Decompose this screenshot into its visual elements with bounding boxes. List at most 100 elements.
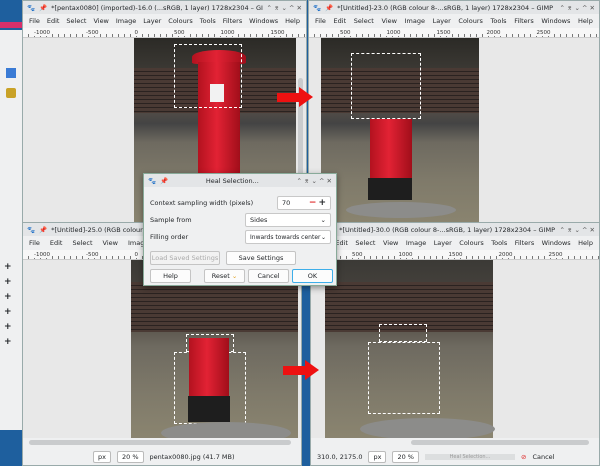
cancel-icon[interactable]: ⊘	[521, 453, 526, 461]
zoom-select[interactable]: 20 %	[116, 450, 144, 463]
window-controls[interactable]: ⌃ ⌆ ⌄ ^ ✕	[297, 177, 333, 185]
unit-select[interactable]: px	[368, 450, 387, 463]
menu-image[interactable]: Image	[406, 239, 426, 247]
progress-cancel-button[interactable]: Cancel	[532, 453, 554, 461]
menu-help[interactable]: Help	[578, 239, 593, 247]
menu-windows[interactable]: Windows	[541, 17, 570, 25]
menu-file[interactable]: File	[29, 239, 40, 247]
sample-from-select[interactable]: Sides ⌄	[245, 213, 331, 227]
pointer-coordinates: 310.0, 2175.0	[317, 452, 363, 461]
dialog-title: Heal Selection...	[205, 176, 259, 185]
window-title: *[Untitled]-23.0 (RGB colour 8-...sRGB, …	[337, 3, 554, 12]
menu-select[interactable]: Select	[66, 17, 86, 25]
increase-icon[interactable]: +	[318, 198, 326, 208]
menu-layer[interactable]: Layer	[433, 17, 451, 25]
menu-filters[interactable]: Filters	[514, 17, 533, 25]
menu-filters[interactable]: Filters	[223, 17, 242, 25]
menu-layer[interactable]: Layer	[434, 239, 452, 247]
menu-image[interactable]: Image	[405, 17, 425, 25]
menu-colours[interactable]: Colours	[168, 17, 192, 25]
add-buttons-column[interactable]: + + + + + +	[4, 260, 12, 350]
chevron-down-icon: ⌄	[231, 272, 238, 280]
selection-marquee	[174, 44, 242, 108]
menubar: File Edit Select View Image Layer Colours Tools…	[23, 14, 306, 28]
title-bar[interactable]: 🐾 📌 *[Untitled]-23.0 (RGB colour 8-...sRGB…	[309, 1, 599, 14]
cancel-button[interactable]: Cancel	[248, 269, 289, 283]
context-width-spinner[interactable]: 70 − +	[277, 196, 331, 210]
horizontal-scrollbar[interactable]	[411, 440, 589, 445]
canvas[interactable]	[309, 38, 599, 223]
menu-file[interactable]: File	[29, 17, 40, 25]
file-info: pentax0080.jpg (41.7 MB)	[149, 452, 235, 461]
horizontal-ruler: 500 1000 1500 2000 2500	[309, 28, 599, 38]
zoom-select[interactable]: 20 %	[392, 450, 419, 463]
decrease-icon[interactable]: −	[309, 198, 317, 208]
horizontal-scrollbar[interactable]	[29, 440, 291, 445]
status-bar: 310.0, 2175.0 px 20 % Heal Selection... …	[311, 448, 599, 465]
menu-edit[interactable]: Edit	[334, 17, 347, 25]
menu-image[interactable]: Image	[116, 17, 136, 25]
menu-filters[interactable]: Filters	[515, 239, 534, 247]
selection-marquee	[379, 324, 427, 342]
photo-bottom-part	[131, 260, 298, 438]
horizontal-ruler: -1000 -500 0 500 1000 1500	[23, 28, 306, 38]
filling-order-select[interactable]: Inwards towards center ⌄	[245, 230, 331, 244]
menu-tools[interactable]: Tools	[491, 17, 507, 25]
menu-file[interactable]: File	[315, 17, 326, 25]
menu-edit[interactable]: Edit	[47, 17, 60, 25]
chevron-down-icon: ⌄	[320, 233, 326, 241]
unit-select[interactable]: px	[93, 450, 111, 463]
menu-select[interactable]: Select	[354, 17, 374, 25]
menu-colours[interactable]: Colours	[458, 17, 482, 25]
menu-view[interactable]: View	[93, 17, 108, 25]
title-bar[interactable]: 🐾📌*[Untitled]-30.0 (RGB colour 8-...sRGB…	[311, 223, 599, 236]
menu-view[interactable]: View	[382, 17, 397, 25]
gimp-icon: 🐾	[27, 3, 36, 12]
pin-icon[interactable]: 📌	[39, 4, 47, 12]
photo-top-healed	[321, 38, 479, 223]
menu-select[interactable]: Select	[355, 239, 375, 247]
menu-colours[interactable]: Colours	[459, 239, 483, 247]
canvas[interactable]	[311, 260, 599, 438]
menu-windows[interactable]: Windows	[542, 239, 571, 247]
menu-tools[interactable]: Tools	[491, 239, 507, 247]
pin-icon[interactable]: 📌	[39, 226, 47, 234]
filling-order-label: Filling order	[150, 233, 189, 241]
sample-from-label: Sample from	[150, 216, 192, 224]
title-bar[interactable]: 🐾 📌 *[pentax0080] (imported)-16.0 (...sRGB…	[23, 1, 306, 14]
menu-layer[interactable]: Layer	[143, 17, 161, 25]
gimp-icon: 🐾	[313, 3, 322, 12]
desktop-panel-accent	[0, 22, 24, 28]
window-controls[interactable]: ⌃ ⌆ ⌄ ^ ✕	[560, 4, 596, 12]
window-title: *[Untitled]-30.0 (RGB colour 8-...sRGB, …	[339, 225, 556, 234]
window-controls[interactable]: ⌃ ⌆ ⌄ ^ ✕	[267, 4, 303, 12]
pin-icon[interactable]: 📌	[325, 4, 333, 12]
foreground-colour-icon[interactable]	[6, 68, 16, 78]
menu-view[interactable]: View	[383, 239, 398, 247]
load-saved-settings-button[interactable]: Load Saved Settings	[150, 251, 220, 265]
menu-windows[interactable]: Windows	[249, 17, 278, 25]
menu-help[interactable]: Help	[285, 17, 300, 25]
menu-edit[interactable]: Edit	[335, 239, 348, 247]
menu-help[interactable]: Help	[578, 17, 593, 25]
photo-healed-result	[325, 260, 495, 438]
menu-select[interactable]: Select	[72, 239, 92, 247]
gimp-icon: 🐾	[27, 225, 36, 234]
horizontal-ruler: 500 1000 1500 2000 2500	[311, 250, 599, 260]
context-width-value[interactable]: 70	[282, 199, 290, 207]
help-button[interactable]: Help	[150, 269, 191, 283]
menu-edit[interactable]: Edit	[50, 239, 63, 247]
window-controls[interactable]: ⌃ ⌆ ⌄ ^ ✕	[560, 226, 596, 234]
save-settings-button[interactable]: Save Settings	[226, 251, 296, 265]
menubar: FileEditSelectViewImageLayerColoursTools…	[311, 236, 599, 250]
menu-view[interactable]: View	[103, 239, 118, 247]
ok-button[interactable]: OK	[292, 269, 333, 283]
menu-tools[interactable]: Tools	[200, 17, 216, 25]
reset-button[interactable]: Reset ⌄	[204, 269, 245, 283]
chevron-down-icon: ⌄	[320, 216, 326, 224]
progress-bar: Heal Selection...	[424, 453, 515, 460]
canvas[interactable]	[23, 260, 301, 438]
dialog-title-bar[interactable]: 🐾 📌 Heal Selection... ⌃ ⌆ ⌄ ^ ✕	[144, 174, 336, 187]
pin-icon[interactable]: 📌	[160, 177, 168, 185]
stamp-tool-icon[interactable]	[6, 88, 16, 98]
